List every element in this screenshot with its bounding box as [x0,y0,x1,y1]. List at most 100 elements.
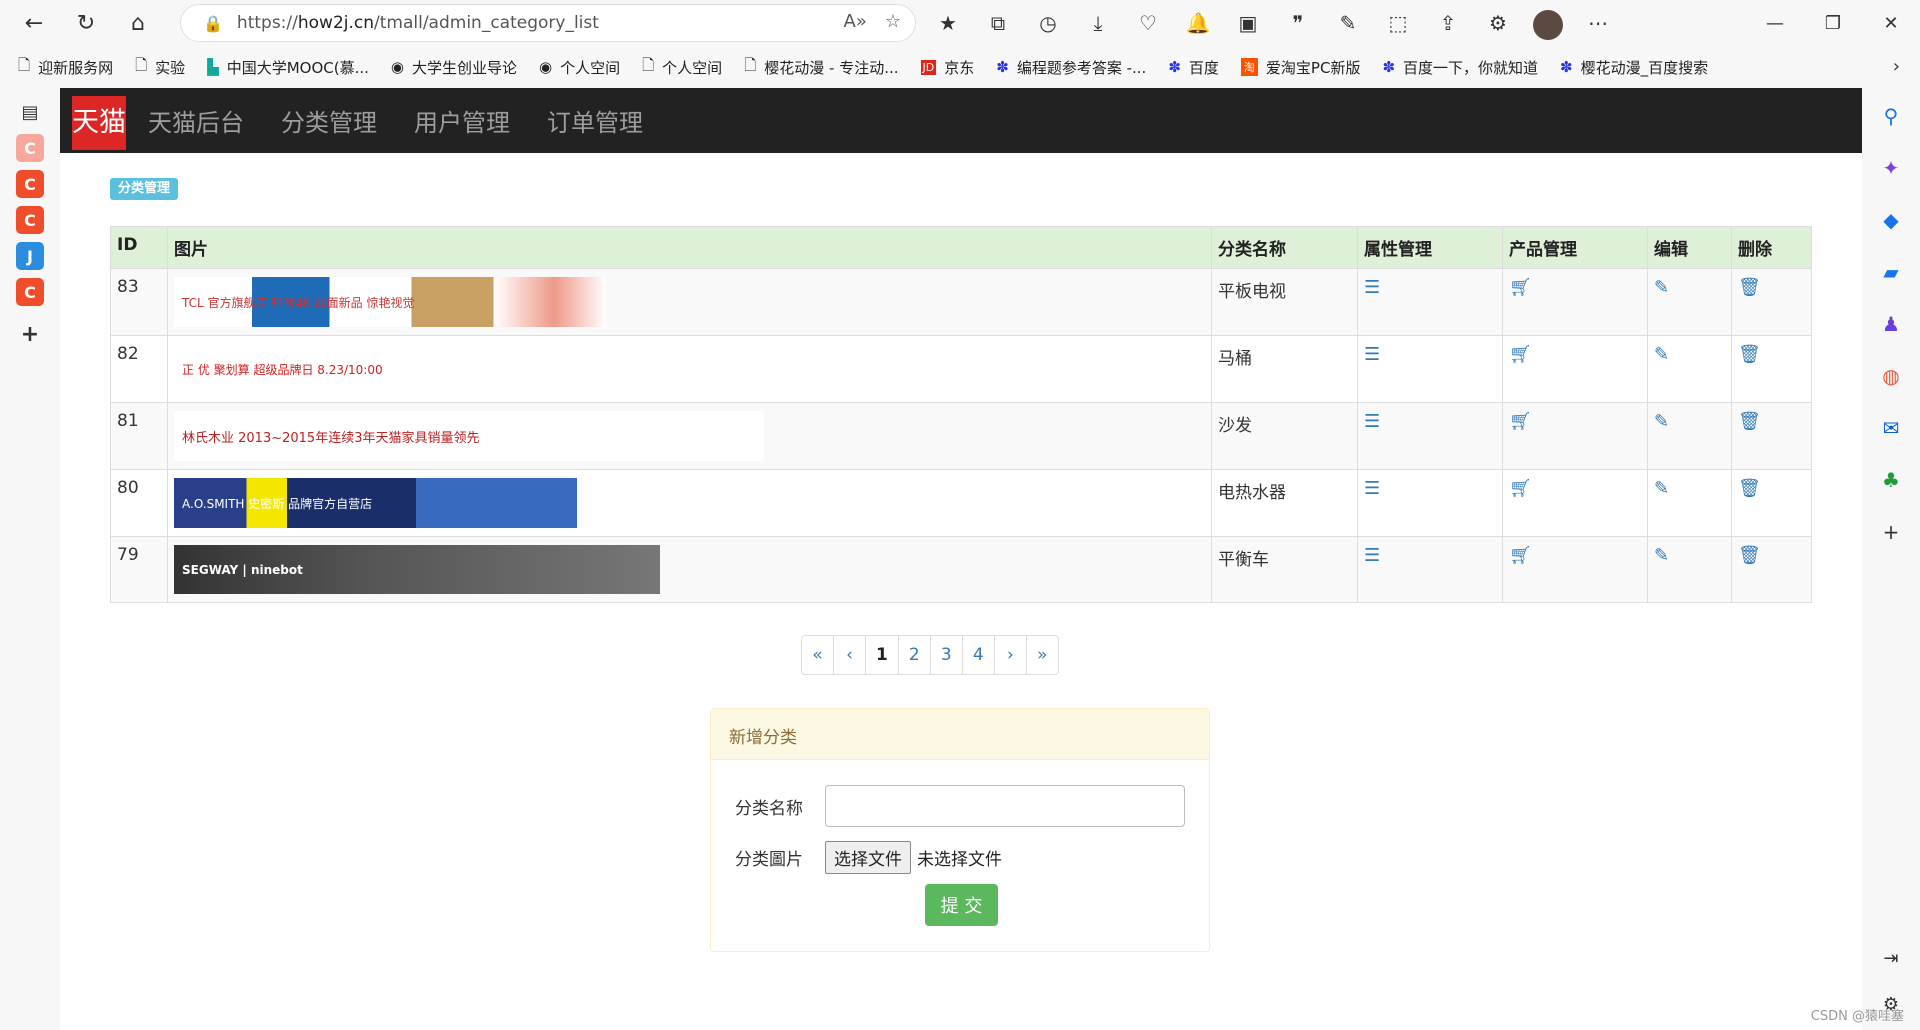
page-last[interactable]: » [1025,635,1059,675]
read-aloud-icon[interactable]: A» [844,11,867,32]
download-icon[interactable]: ⤓ [1080,5,1116,41]
cell-delete: 🗑︎ [1731,402,1812,470]
tab-csdn-icon[interactable]: C [16,134,44,162]
tmall-logo[interactable]: 天猫 [72,96,126,150]
cart-icon[interactable]: 🛒︎ [1509,277,1532,298]
tab-csdn-icon[interactable]: C [16,206,44,234]
share-icon[interactable]: ⇪ [1430,5,1466,41]
lock-icon[interactable]: 🔒 [203,14,223,33]
add-favorite-icon[interactable]: ☆ [885,11,901,32]
history-icon[interactable]: ◷ [1030,5,1066,41]
bookmark-item[interactable]: 🗋 迎新服务网 [18,55,113,80]
search-icon[interactable]: ⚲ [1877,102,1905,130]
choose-file-button[interactable]: 选择文件 [825,841,911,874]
category-name-input[interactable] [825,785,1185,827]
bookmark-item[interactable]: 淘爱淘宝PC新版 [1240,57,1360,78]
edit-icon[interactable]: ✎ [1654,545,1669,566]
back-icon[interactable]: ← [16,5,52,41]
trash-icon[interactable]: 🗑︎ [1738,411,1761,432]
puzzle-icon[interactable]: ⚙ [1480,5,1516,41]
bookmark-item[interactable]: 🗋 个人空间 [642,55,722,80]
list-icon[interactable]: ☰ [1364,277,1380,298]
bookmark-item[interactable]: ✽ 百度一下，你就知道 [1382,57,1538,78]
copilot-icon[interactable]: ✦ [1877,154,1905,182]
favorites-icon[interactable]: ★ [930,5,966,41]
bookmark-item[interactable]: ◉ 大学生创业导论 [391,57,517,78]
edit-icon[interactable]: ✎ [1654,478,1669,499]
address-bar[interactable]: 🔒 https://how2j.cn/tmall/admin_category_… [180,4,916,42]
avatar[interactable] [1530,5,1566,41]
games-icon[interactable]: ♟ [1877,310,1905,338]
chevron-right-icon[interactable]: › [1893,56,1900,77]
list-icon[interactable]: ☰ [1364,478,1380,499]
tab-csdn-icon[interactable]: C [16,278,44,306]
cart-icon[interactable]: 🛒︎ [1509,411,1532,432]
nav-link-order[interactable]: 订单管理 [547,103,643,138]
tab-csdn-icon[interactable]: C [16,170,44,198]
bookmark-item[interactable]: ◉ 个人空间 [539,57,620,78]
page-4[interactable]: 4 [961,635,995,675]
bookmark-item[interactable]: ✽ 百度 [1168,57,1219,78]
home-icon[interactable]: ⌂ [120,5,156,41]
extension-icon[interactable]: ▣ [1230,5,1266,41]
page-2[interactable]: 2 [897,635,931,675]
bookmark-item[interactable]: JD 京东 [920,57,974,78]
cell-edit: ✎ [1647,536,1732,603]
page-3[interactable]: 3 [929,635,963,675]
trash-icon[interactable]: 🗑︎ [1738,545,1761,566]
extension2-icon[interactable]: ✎ [1330,5,1366,41]
bookmark-item[interactable]: ✽ 编程题参考答案 -... [996,57,1146,78]
bookmark-item[interactable]: 🗋 樱花动漫 - 专注动... [744,55,898,80]
office-icon[interactable]: ◍ [1877,362,1905,390]
bookmark-item[interactable]: 🗋 实验 [135,55,185,80]
tab-how2j-icon[interactable]: J [16,242,44,270]
col-image: 图片 [167,226,1212,269]
add-icon[interactable]: + [1877,518,1905,546]
list-icon[interactable]: ☰ [1364,344,1380,365]
edit-icon[interactable]: ✎ [1654,344,1669,365]
notification-icon[interactable]: 🔔 [1180,5,1216,41]
tree-icon[interactable]: ♣ [1877,466,1905,494]
nav-link-category[interactable]: 分类管理 [281,103,377,138]
trash-icon[interactable]: 🗑︎ [1738,277,1761,298]
nav-link-home[interactable]: 天猫后台 [148,103,244,138]
page-1[interactable]: 1 [865,635,899,675]
shopping-icon[interactable]: ◆ [1877,206,1905,234]
trash-icon[interactable]: 🗑︎ [1738,478,1761,499]
edit-icon[interactable]: ✎ [1654,411,1669,432]
sidebar-toggle-icon[interactable]: ⇥ [1877,944,1905,972]
col-product: 产品管理 [1502,226,1648,269]
tools-icon[interactable]: ▰ [1877,258,1905,286]
cell-id: 80 [110,469,168,537]
trash-icon[interactable]: 🗑︎ [1738,344,1761,365]
cell-delete: 🗑︎ [1731,268,1812,336]
tab-actions-icon[interactable]: ▤ [16,98,44,126]
page-next[interactable]: › [993,635,1027,675]
cart-icon[interactable]: 🛒︎ [1509,344,1532,365]
nav-link-user[interactable]: 用户管理 [414,103,510,138]
edit-icon[interactable]: ✎ [1654,277,1669,298]
list-icon[interactable]: ☰ [1364,545,1380,566]
cart-icon[interactable]: 🛒︎ [1509,478,1532,499]
close-icon[interactable]: ✕ [1862,0,1920,46]
submit-button[interactable]: 提 交 [925,884,998,926]
list-icon[interactable]: ☰ [1364,411,1380,432]
new-tab-icon[interactable]: + [16,320,44,348]
screenshot-icon[interactable]: ⬚ [1380,5,1416,41]
page-prev[interactable]: ‹ [833,635,866,675]
collections-icon[interactable]: ⧉ [980,5,1016,41]
minimize-icon[interactable]: — [1746,0,1804,46]
bookmark-item[interactable]: ▙ 中国大学MOOC(慕... [207,57,369,78]
cell-property: ☰ [1357,335,1503,403]
outlook-icon[interactable]: ✉ [1877,414,1905,442]
bookmark-item[interactable]: ✽ 樱花动漫_百度搜索 [1560,57,1708,78]
cart-icon[interactable]: 🛒︎ [1509,545,1532,566]
page-first[interactable]: « [801,635,834,675]
health-icon[interactable]: ♡ [1130,5,1166,41]
file-status: 未选择文件 [917,850,1002,870]
quote-icon[interactable]: ❞ [1280,5,1316,41]
refresh-icon[interactable]: ↻ [68,5,104,41]
restore-icon[interactable]: ❐ [1804,0,1862,46]
browser-toolbar: ← ↻ ⌂ 🔒 https://how2j.cn/tmall/admin_cat… [0,0,1920,46]
more-icon[interactable]: ⋯ [1580,5,1616,41]
